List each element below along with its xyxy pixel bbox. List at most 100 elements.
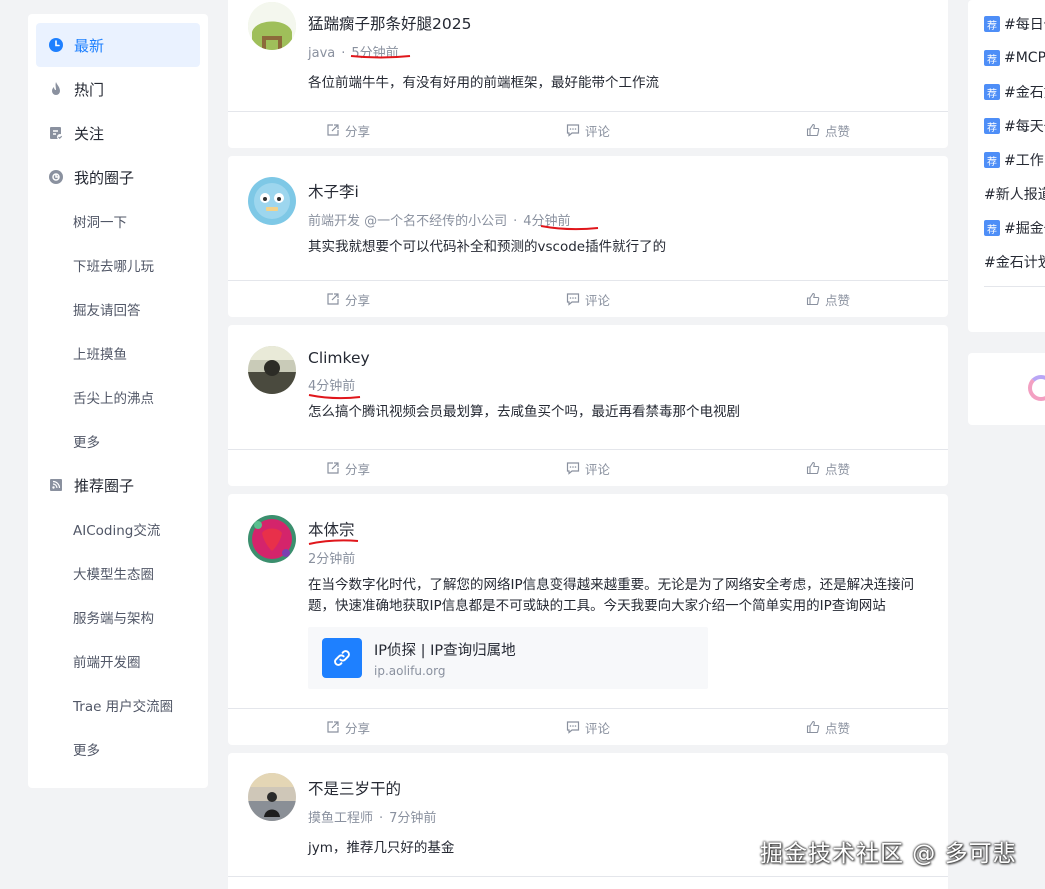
- circle-item[interactable]: 服务端与架构: [36, 595, 200, 639]
- nav-follow-label: 关注: [74, 124, 105, 143]
- recommend-badge: 荐: [984, 220, 1000, 236]
- recommend-badge: 荐: [984, 16, 1000, 32]
- post-author[interactable]: 猛踹瘸子那条好腿2025: [308, 12, 948, 34]
- share-button[interactable]: 分享: [228, 709, 468, 745]
- circle-item[interactable]: 舌尖上的沸点: [36, 375, 200, 419]
- circle-item[interactable]: 前端开发圈: [36, 639, 200, 683]
- topic-item[interactable]: #新人报道: [984, 177, 1045, 211]
- comment-icon: [566, 721, 580, 734]
- annotation-underline: [540, 225, 599, 231]
- circle-item[interactable]: Trae 用户交流圈: [36, 683, 200, 727]
- topic-item[interactable]: 荐#掘金一: [984, 211, 1045, 245]
- post-author[interactable]: 木子李i: [308, 180, 948, 202]
- topic-item[interactable]: 荐#金石如: [984, 75, 1045, 109]
- rss-icon: [48, 477, 64, 493]
- share-icon: [327, 721, 339, 733]
- annotation-underline: [350, 55, 411, 59]
- post-card: 本体宗 2分钟前 在当今数字化时代，了解您的网络IP信息变得越来越重要。无论是为…: [228, 494, 948, 745]
- left-sidebar: 最新 热门 关注 我的圈子 树洞一下 下班去哪儿玩 掘友请回答 上班摸鱼 舌尖上…: [28, 14, 208, 788]
- nav-hot-label: 热门: [74, 80, 105, 99]
- topic-item[interactable]: 荐#每日竹: [984, 7, 1045, 41]
- post-time: 7分钟前: [389, 811, 437, 826]
- circle-item[interactable]: 掘友请回答: [36, 287, 200, 331]
- link-card[interactable]: IP侦探 | IP查询归属地 ip.aolifu.org: [308, 627, 708, 689]
- thumb-up-icon: [806, 461, 820, 475]
- post-content[interactable]: 怎么搞个腾讯视频会员最划算，去咸鱼买个吗，最近再看禁毒那个电视剧: [308, 402, 948, 423]
- circle-item[interactable]: 下班去哪儿玩: [36, 243, 200, 287]
- post-time: 4分钟前: [308, 379, 356, 394]
- annotation-underline: [308, 394, 361, 400]
- loading-spinner-icon: [1028, 375, 1045, 401]
- clock-icon: [48, 37, 64, 53]
- comment-icon: [566, 462, 580, 475]
- like-button[interactable]: 点赞: [708, 450, 948, 486]
- topic-item[interactable]: 荐#每天一: [984, 109, 1045, 143]
- circle-item[interactable]: 树洞一下: [36, 199, 200, 243]
- nav-hot[interactable]: 热门: [36, 67, 200, 111]
- nav-latest[interactable]: 最新: [36, 23, 200, 67]
- share-button[interactable]: 分享: [228, 112, 468, 148]
- thumb-up-icon: [806, 720, 820, 734]
- post-card: 不是三岁干的 摸鱼工程师 · 7分钟前 jym，推荐几只好的基金: [228, 753, 948, 889]
- recommended-more[interactable]: 更多: [36, 727, 200, 771]
- circle-item[interactable]: 大模型生态圈: [36, 551, 200, 595]
- my-circles-more[interactable]: 更多: [36, 419, 200, 463]
- nav-follow[interactable]: 关注: [36, 111, 200, 155]
- annotation-underline: [308, 539, 359, 545]
- recommend-badge: 荐: [984, 152, 1000, 168]
- like-button[interactable]: 点赞: [708, 709, 948, 745]
- post-actions: 分享 评论 点赞: [228, 280, 948, 317]
- thumb-up-icon: [806, 123, 820, 137]
- link-icon: [322, 638, 362, 678]
- post-content[interactable]: 在当今数字化时代，了解您的网络IP信息变得越来越重要。无论是为了网络安全考虑，还…: [308, 575, 948, 617]
- share-button[interactable]: 分享: [228, 281, 468, 317]
- divider: [228, 876, 948, 877]
- post-card: Climkey 4分钟前 怎么搞个腾讯视频会员最划算，去咸鱼买个吗，最近再看禁毒…: [228, 325, 948, 486]
- comment-icon: [566, 293, 580, 306]
- comment-button[interactable]: 评论: [468, 450, 708, 486]
- post-author[interactable]: 不是三岁干的: [308, 777, 948, 799]
- recommend-badge: 荐: [984, 84, 1000, 100]
- share-icon: [327, 462, 339, 474]
- comment-button[interactable]: 评论: [468, 281, 708, 317]
- nav-recommended-label: 推荐圈子: [74, 476, 135, 495]
- nav-recommended-circles[interactable]: 推荐圈子: [36, 463, 200, 507]
- post-meta: 前端开发 @一个名不经传的小公司 · 4分钟前: [308, 214, 571, 229]
- post-content[interactable]: 各位前端牛牛，有没有好用的前端框架，最好能带个工作流: [308, 73, 948, 94]
- nav-latest-label: 最新: [74, 36, 105, 55]
- thumb-up-icon: [806, 292, 820, 306]
- share-button[interactable]: 分享: [228, 450, 468, 486]
- post-meta: 摸鱼工程师 · 7分钟前: [308, 811, 437, 826]
- circle-item[interactable]: 上班摸鱼: [36, 331, 200, 375]
- comment-icon: [566, 124, 580, 137]
- like-button[interactable]: 点赞: [708, 112, 948, 148]
- post-actions: 分享 评论 点赞: [228, 111, 948, 148]
- circle-item[interactable]: AICoding交流: [36, 507, 200, 551]
- nav-my-circles-label: 我的圈子: [74, 168, 135, 187]
- topic-item[interactable]: 荐 #MCP: [984, 41, 1045, 75]
- recommend-badge: 荐: [984, 50, 1000, 66]
- comment-button[interactable]: 评论: [468, 112, 708, 148]
- link-url: ip.aolifu.org: [374, 663, 446, 678]
- post-author[interactable]: Climkey: [308, 349, 948, 367]
- link-title: IP侦探 | IP查询归属地: [374, 642, 516, 659]
- share-icon: [327, 124, 339, 136]
- loading-card: [968, 353, 1045, 425]
- author-title: 摸鱼工程师: [308, 811, 374, 826]
- fire-icon: [48, 81, 64, 97]
- author-title: 前端开发 @一个名不经传的小公司: [308, 214, 508, 229]
- follow-icon: [48, 125, 64, 141]
- post-author[interactable]: 本体宗: [308, 518, 948, 540]
- post-content[interactable]: 其实我就想要个可以代码补全和预测的vscode插件就行了的: [308, 237, 948, 258]
- recommend-badge: 荐: [984, 118, 1000, 134]
- topic-item[interactable]: #金石计划: [984, 245, 1045, 279]
- topic-list: 荐#每日竹 荐#MCP 荐#金石如 荐#每天一 荐#工作中 #新人报道 荐#掘金…: [968, 0, 1045, 332]
- like-button[interactable]: 点赞: [708, 281, 948, 317]
- nav-my-circles[interactable]: 我的圈子: [36, 155, 200, 199]
- topic-item[interactable]: 荐#工作中: [984, 143, 1045, 177]
- share-icon: [327, 293, 339, 305]
- watermark: 掘金技术社区 @ 多可悲: [760, 841, 1017, 867]
- post-card: 木子李i 前端开发 @一个名不经传的小公司 · 4分钟前 其实我就想要个可以代码补全…: [228, 156, 948, 317]
- post-meta: 4分钟前: [308, 375, 948, 394]
- comment-button[interactable]: 评论: [468, 709, 708, 745]
